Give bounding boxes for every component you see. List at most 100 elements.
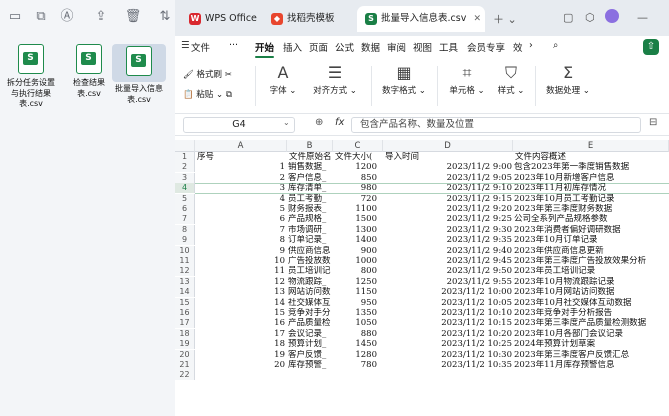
table-cell[interactable]: 8 xyxy=(195,235,285,245)
table-cell[interactable]: 17 xyxy=(195,329,285,339)
table-cell[interactable]: 11 xyxy=(195,266,285,276)
table-cell[interactable]: 1280 xyxy=(333,350,377,360)
format-painter-button[interactable]: 🖌 格式刷 ✂ xyxy=(183,68,243,80)
spreadsheet-grid[interactable]: A B C D E 1 2 3 4 5 6 7 8 9 10 11 12 13 14 15 16 17 18 19 20 21 22… xyxy=(175,140,669,416)
minimize-icon[interactable]: — xyxy=(637,11,648,24)
tab-wps-office[interactable]: W WPS Office xyxy=(181,6,259,32)
menu-review[interactable]: 审阅 xyxy=(387,40,406,54)
new-tab-icon[interactable]: ＋ ⌄ xyxy=(493,11,517,27)
table-cell[interactable]: 2023/11/2 9:20 xyxy=(383,204,512,214)
menu-insert[interactable]: 插入 xyxy=(283,40,302,54)
close-tab-icon[interactable]: ✕ xyxy=(473,6,481,32)
table-cell[interactable]: 2023年10月订单记录 xyxy=(514,235,669,245)
menu-formula[interactable]: 公式 xyxy=(335,40,354,54)
table-cell[interactable]: 2023/11/2 9:05 xyxy=(383,173,512,183)
table-cell[interactable]: 2023年第三季度财务数据 xyxy=(514,204,669,214)
row-header[interactable]: 10 xyxy=(175,245,195,256)
zoom-icon[interactable]: ⊕ xyxy=(315,117,323,128)
table-cell[interactable]: 1000 xyxy=(333,256,377,266)
table-cell[interactable]: 2023/11/2 10:25 xyxy=(383,339,512,349)
table-cell[interactable]: 1200 xyxy=(333,162,377,172)
name-box[interactable]: G4 xyxy=(183,117,295,133)
table-cell[interactable]: 880 xyxy=(333,329,377,339)
table-cell[interactable]: 2023年11月库存预警信息 xyxy=(514,360,669,370)
tab-active-document[interactable]: S 批量导入信息表.csv ✕ xyxy=(357,6,485,32)
table-cell[interactable]: 1300 xyxy=(333,225,377,235)
row-header[interactable]: 5 xyxy=(175,193,195,204)
paste-button[interactable]: 📋 粘贴 ⌄ ⧉ xyxy=(183,88,243,100)
table-cell[interactable]: 竞争对手分 xyxy=(288,308,332,318)
corner-cell[interactable] xyxy=(175,140,195,152)
number-format-button[interactable]: ▦ 数字格式 ⌄ xyxy=(375,62,433,96)
table-cell[interactable]: 950 xyxy=(333,298,377,308)
row-header[interactable]: 6 xyxy=(175,204,195,214)
menu-more-icon[interactable]: ··· xyxy=(229,40,238,51)
table-cell[interactable]: 产品规格_ xyxy=(288,214,332,224)
column-header[interactable]: A xyxy=(195,140,287,152)
table-cell[interactable]: 会议记录_ xyxy=(288,329,332,339)
tab-template[interactable]: ◆ 找稻壳模板 xyxy=(263,6,351,32)
row-header[interactable]: 14 xyxy=(175,287,195,298)
table-cell[interactable]: 2023/11/2 9:30 xyxy=(383,225,512,235)
menu-page[interactable]: 页面 xyxy=(309,40,328,54)
row-header[interactable]: 16 xyxy=(175,308,195,318)
table-cell[interactable]: 公司全系列产品规格参数 xyxy=(514,214,669,224)
header-cell[interactable]: 文件原始名 xyxy=(289,152,335,162)
column-header[interactable]: D xyxy=(383,140,513,152)
table-cell[interactable]: 4 xyxy=(195,194,285,204)
header-cell[interactable]: 序号 xyxy=(197,152,289,162)
table-cell[interactable]: 客户信息_ xyxy=(288,173,332,183)
table-cell[interactable]: 720 xyxy=(333,194,377,204)
sort-icon[interactable]: ⇅ xyxy=(156,8,174,26)
table-cell[interactable]: 16 xyxy=(195,318,285,328)
window-layout-icon[interactable]: ▢ xyxy=(563,11,573,24)
table-cell[interactable]: 1150 xyxy=(333,287,377,297)
table-cell[interactable]: 市场调研_ xyxy=(288,225,332,235)
menu-home[interactable]: 开始 xyxy=(255,40,275,58)
row-header[interactable]: 19 xyxy=(175,339,195,350)
table-cell[interactable]: 员工培训记 xyxy=(288,266,332,276)
row-header[interactable]: 11 xyxy=(175,256,195,266)
table-cell[interactable]: 2023/11/2 10:05 xyxy=(383,298,512,308)
copy-icon[interactable]: ⧉ xyxy=(32,8,50,26)
table-cell[interactable]: 2023/11/2 10:10 xyxy=(383,308,512,318)
table-cell[interactable]: 1400 xyxy=(333,235,377,245)
table-cell[interactable]: 2023年第三季度产品质量检测数据 xyxy=(514,318,669,328)
table-cell[interactable]: 库存预警_ xyxy=(288,360,332,370)
table-cell[interactable]: 1500 xyxy=(333,214,377,224)
table-cell[interactable]: 2023年10月物流跟踪记录 xyxy=(514,277,669,287)
menu-effects[interactable]: 效 xyxy=(513,40,523,54)
table-cell[interactable]: 19 xyxy=(195,350,285,360)
table-cell[interactable]: 5 xyxy=(195,204,285,214)
table-cell[interactable]: 1250 xyxy=(333,277,377,287)
table-cell[interactable]: 12 xyxy=(195,277,285,287)
menu-view[interactable]: 视图 xyxy=(413,40,432,54)
row-header[interactable]: 18 xyxy=(175,328,195,339)
table-cell[interactable]: 1100 xyxy=(333,204,377,214)
table-cell[interactable]: 2023年10月新增客户信息 xyxy=(514,173,669,183)
table-cell[interactable]: 2023/11/2 9:45 xyxy=(383,256,512,266)
table-cell[interactable]: 员工考勤_ xyxy=(288,194,332,204)
cut-icon[interactable]: ▭ xyxy=(6,8,24,26)
column-header[interactable]: C xyxy=(333,140,383,152)
file-item[interactable]: S 检查结果表.csv xyxy=(62,44,116,99)
table-cell[interactable]: 社交媒体互 xyxy=(288,298,332,308)
table-cell[interactable]: 财务报表_ xyxy=(288,204,332,214)
row-header[interactable]: 8 xyxy=(175,224,195,235)
table-cell[interactable]: 15 xyxy=(195,308,285,318)
table-cell[interactable]: 2023年第三季度广告投放效果分析 xyxy=(514,256,669,266)
column-header[interactable]: B xyxy=(287,140,333,152)
table-cell[interactable]: 2023/11/2 9:15 xyxy=(383,194,512,204)
share-icon[interactable]: ⇪ xyxy=(92,8,110,26)
row-header[interactable]: 4 xyxy=(175,183,195,194)
table-cell[interactable]: 2 xyxy=(195,173,285,183)
data-processing-button[interactable]: Σ 数据处理 ⌄ xyxy=(539,62,597,96)
chevron-down-icon[interactable]: ⌄ xyxy=(283,118,290,127)
row-header[interactable]: 15 xyxy=(175,297,195,308)
header-cell[interactable]: 文件内容概述 xyxy=(515,152,669,162)
table-cell[interactable]: 6 xyxy=(195,214,285,224)
row-header[interactable]: 7 xyxy=(175,214,195,225)
table-cell[interactable]: 2023/11/2 9:40 xyxy=(383,246,512,256)
table-cell[interactable]: 2023/11/2 9:00 xyxy=(383,162,512,172)
row-header[interactable]: 12 xyxy=(175,266,195,277)
